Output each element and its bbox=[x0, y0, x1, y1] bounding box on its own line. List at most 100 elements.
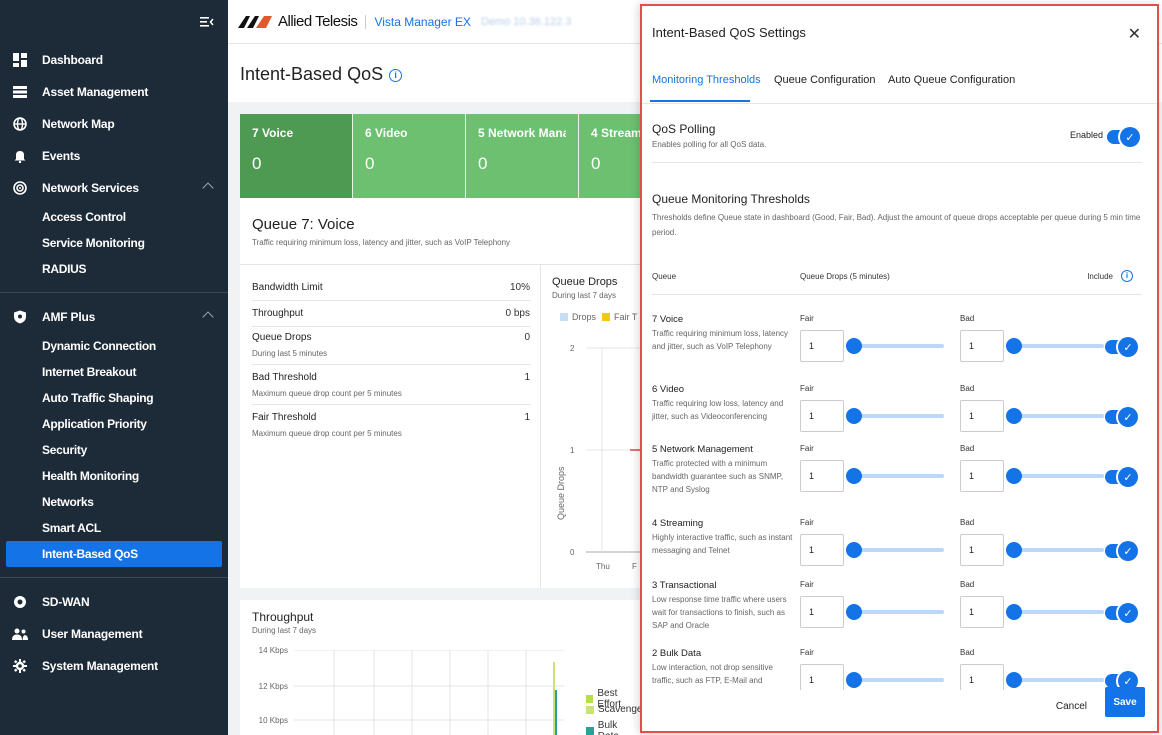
info-icon[interactable]: i bbox=[1121, 270, 1133, 282]
tab-auto-queue-configuration[interactable]: Auto Queue Configuration bbox=[888, 74, 1015, 86]
slider-thumb[interactable] bbox=[1006, 408, 1022, 424]
sidebar-item-network-services[interactable]: Network Services bbox=[0, 172, 228, 204]
include-toggle[interactable]: ✓ bbox=[1105, 337, 1138, 357]
stat-desc: During last 5 minutes bbox=[252, 349, 328, 358]
fair-threshold-slider[interactable] bbox=[846, 604, 944, 620]
bad-threshold-slider[interactable] bbox=[1006, 468, 1104, 484]
fair-threshold-slider[interactable] bbox=[846, 672, 944, 688]
fair-threshold-input[interactable]: 1 bbox=[800, 534, 844, 566]
slider-thumb[interactable] bbox=[846, 604, 862, 620]
slider-thumb[interactable] bbox=[1006, 604, 1022, 620]
tab-queue-configuration[interactable]: Queue Configuration bbox=[774, 74, 876, 86]
sidebar-collapse-button[interactable] bbox=[0, 0, 228, 44]
slider-thumb[interactable] bbox=[846, 338, 862, 354]
fair-label: Fair bbox=[800, 444, 814, 453]
include-toggle[interactable]: ✓ bbox=[1105, 671, 1138, 690]
queue-card-video[interactable]: 6 Video 0 bbox=[353, 114, 466, 198]
slider-thumb[interactable] bbox=[1006, 672, 1022, 688]
collapse-menu-icon bbox=[200, 17, 214, 27]
sidebar-item-label: AMF Plus bbox=[42, 310, 96, 324]
qos-polling-toggle[interactable]: ✓ bbox=[1107, 127, 1140, 147]
slider-thumb[interactable] bbox=[846, 408, 862, 424]
sidebar-item-internet-breakout[interactable]: Internet Breakout bbox=[0, 359, 228, 385]
include-toggle[interactable]: ✓ bbox=[1105, 407, 1138, 427]
sidebar-item-intent-based-qos[interactable]: Intent-Based QoS bbox=[6, 541, 222, 567]
sidebar-item-events[interactable]: Events bbox=[0, 140, 228, 172]
bad-threshold-input[interactable]: 1 bbox=[960, 534, 1004, 566]
sidebar-item-networks[interactable]: Networks bbox=[0, 489, 228, 515]
bad-threshold-input[interactable]: 1 bbox=[960, 330, 1004, 362]
qos-polling-title: QoS Polling bbox=[652, 122, 716, 136]
sidebar-item-asset-management[interactable]: Asset Management bbox=[0, 76, 228, 108]
threshold-row-network-management: 5 Network Management Traffic protected w… bbox=[642, 444, 1157, 510]
bad-threshold-slider[interactable] bbox=[1006, 408, 1104, 424]
allied-telesis-logo[interactable]: Allied Telesis bbox=[238, 13, 358, 30]
bad-threshold-input[interactable]: 1 bbox=[960, 460, 1004, 492]
stat-value: 1 bbox=[524, 412, 530, 423]
include-toggle[interactable]: ✓ bbox=[1105, 603, 1138, 623]
bad-threshold-slider[interactable] bbox=[1006, 672, 1104, 688]
queue-card-voice[interactable]: 7 Voice 0 bbox=[240, 114, 353, 198]
bad-threshold-slider[interactable] bbox=[1006, 338, 1104, 354]
info-icon[interactable]: i bbox=[389, 69, 403, 82]
sidebar-item-health-monitoring[interactable]: Health Monitoring bbox=[0, 463, 228, 489]
y-tick: 10 Kbps bbox=[258, 716, 288, 725]
sidebar-item-application-priority[interactable]: Application Priority bbox=[0, 411, 228, 437]
cancel-button[interactable]: Cancel bbox=[1056, 701, 1087, 712]
fair-threshold-slider[interactable] bbox=[846, 468, 944, 484]
save-button[interactable]: Save bbox=[1105, 687, 1145, 717]
bad-label: Bad bbox=[960, 580, 975, 589]
stat-value: 0 bbox=[524, 332, 530, 343]
users-icon bbox=[12, 626, 28, 642]
queue-name: 3 Transactional bbox=[652, 580, 717, 591]
sidebar-item-system-management[interactable]: System Management bbox=[0, 650, 228, 682]
fair-threshold-input[interactable]: 1 bbox=[800, 330, 844, 362]
sidebar-item-service-monitoring[interactable]: Service Monitoring bbox=[0, 230, 228, 256]
chevron-up-icon bbox=[202, 182, 214, 194]
sidebar-item-sd-wan[interactable]: SD-WAN bbox=[0, 586, 228, 618]
slider-thumb[interactable] bbox=[1006, 542, 1022, 558]
queue-card-value: 0 bbox=[365, 154, 375, 173]
sidebar-item-auto-traffic-shaping[interactable]: Auto Traffic Shaping bbox=[0, 385, 228, 411]
sidebar-item-radius[interactable]: RADIUS bbox=[0, 256, 228, 282]
sidebar-item-smart-acl[interactable]: Smart ACL bbox=[0, 515, 228, 541]
legend-swatch bbox=[602, 313, 611, 321]
slider-thumb[interactable] bbox=[846, 468, 862, 484]
stat-value: 1 bbox=[524, 372, 530, 383]
col-header-include: Include bbox=[1087, 272, 1113, 281]
threshold-row-video: 6 Video Traffic requiring low loss, late… bbox=[642, 384, 1157, 450]
y-tick: 14 Kbps bbox=[258, 646, 288, 655]
sidebar-item-network-map[interactable]: Network Map bbox=[0, 108, 228, 140]
slider-thumb[interactable] bbox=[1006, 338, 1022, 354]
fair-threshold-slider[interactable] bbox=[846, 338, 944, 354]
stat-key: Throughput bbox=[252, 308, 304, 319]
sidebar-item-dashboard[interactable]: Dashboard bbox=[0, 44, 228, 76]
bad-threshold-slider[interactable] bbox=[1006, 604, 1104, 620]
bad-threshold-input[interactable]: 1 bbox=[960, 400, 1004, 432]
sidebar-item-amf-plus[interactable]: AMF Plus bbox=[0, 301, 228, 333]
fair-threshold-input[interactable]: 1 bbox=[800, 460, 844, 492]
throughput-subtitle: During last 7 days bbox=[252, 626, 317, 635]
fair-threshold-slider[interactable] bbox=[846, 408, 944, 424]
legend-swatch bbox=[586, 705, 594, 714]
include-toggle[interactable]: ✓ bbox=[1105, 541, 1138, 561]
fair-label: Fair bbox=[800, 314, 814, 323]
threshold-row-streaming: 4 Streaming Highly interactive traffic, … bbox=[642, 518, 1157, 584]
include-toggle[interactable]: ✓ bbox=[1105, 467, 1138, 487]
bad-threshold-input[interactable]: 1 bbox=[960, 596, 1004, 628]
slider-thumb[interactable] bbox=[1006, 468, 1022, 484]
close-icon[interactable]: ✕ bbox=[1128, 24, 1141, 44]
fair-threshold-input[interactable]: 1 bbox=[800, 596, 844, 628]
sidebar-item-dynamic-connection[interactable]: Dynamic Connection bbox=[0, 333, 228, 359]
bad-threshold-slider[interactable] bbox=[1006, 542, 1104, 558]
slider-thumb[interactable] bbox=[846, 672, 862, 688]
sidebar-item-user-management[interactable]: User Management bbox=[0, 618, 228, 650]
tab-monitoring-thresholds[interactable]: Monitoring Thresholds bbox=[652, 74, 761, 86]
slider-thumb[interactable] bbox=[846, 542, 862, 558]
sidebar-item-access-control[interactable]: Access Control bbox=[0, 204, 228, 230]
sidebar-item-security[interactable]: Security bbox=[0, 437, 228, 463]
fair-threshold-slider[interactable] bbox=[846, 542, 944, 558]
fair-threshold-input[interactable]: 1 bbox=[800, 400, 844, 432]
legend-label: Drops bbox=[572, 312, 597, 322]
queue-card-network-management[interactable]: 5 Network Manag... 0 bbox=[466, 114, 579, 198]
